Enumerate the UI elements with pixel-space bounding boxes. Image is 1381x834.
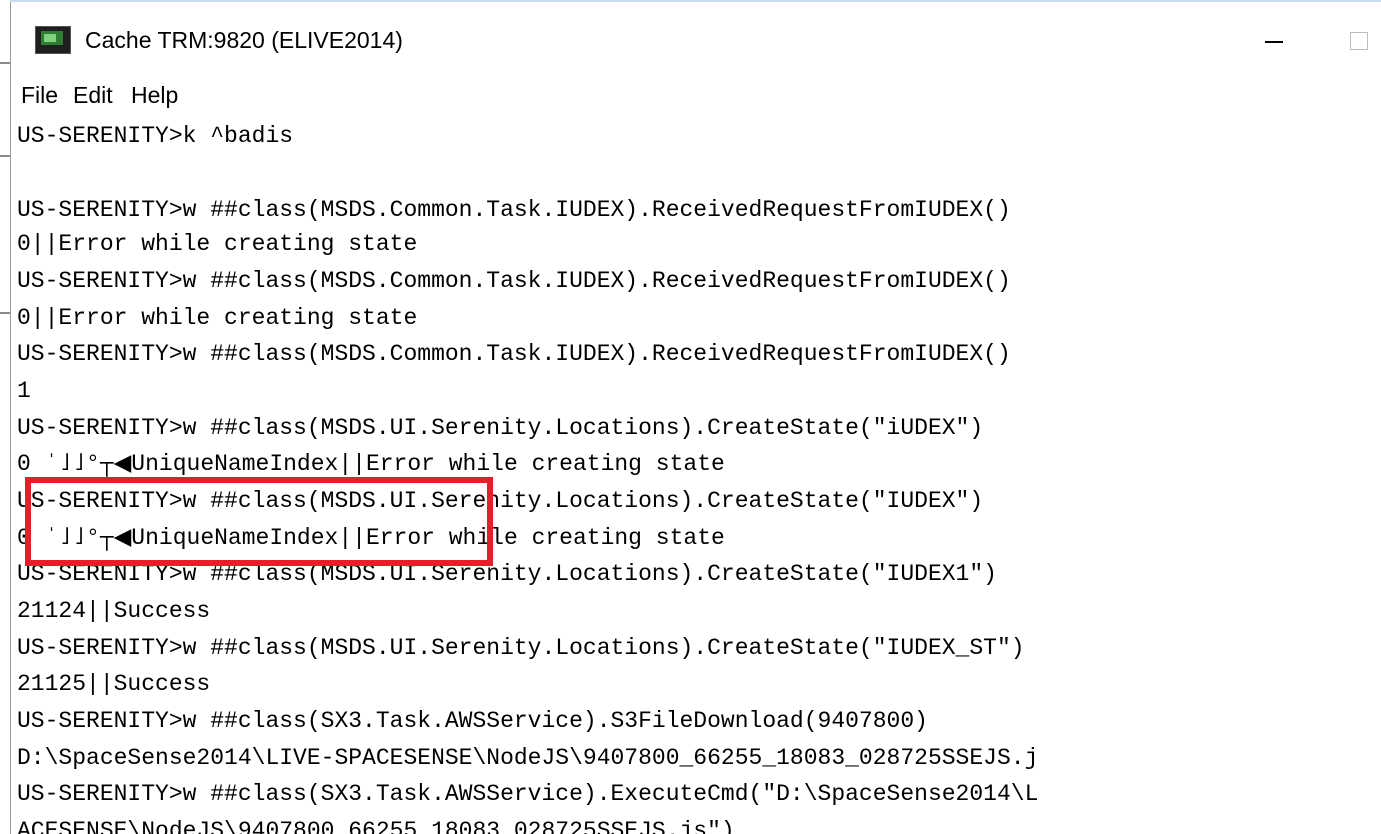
console-line: US-SERENITY>w ##class(MSDS.Common.Task.I…	[17, 197, 1011, 223]
console-line: US-SERENITY>w ##class(MSDS.Common.Task.I…	[17, 268, 1011, 294]
console-output[interactable]: US-SERENITY>k ^badis US-SERENITY>w ##cla…	[11, 118, 1381, 834]
console-line: 21124||Success	[17, 598, 211, 624]
terminal-app-icon	[35, 26, 71, 54]
console-line: 1	[17, 378, 31, 404]
console-line: 21125||Success	[17, 671, 211, 697]
window-title: Cache TRM:9820 (ELIVE2014)	[85, 27, 403, 53]
console-line: D:\SpaceSense2014\LIVE-SPACESENSE\NodeJS…	[17, 745, 1039, 771]
maximize-button[interactable]	[1345, 30, 1375, 56]
maximize-icon	[1350, 32, 1368, 50]
console-line: 0||Error while creating state	[17, 231, 418, 257]
minimize-button[interactable]	[1257, 30, 1291, 54]
console-line: US-SERENITY>w ##class(SX3.Task.AWSServic…	[17, 781, 1039, 807]
red-highlight-annotation	[25, 477, 493, 566]
terminal-app-icon-screen-inner	[44, 34, 56, 42]
terminal-window: Cache TRM:9820 (ELIVE2014) File Edit Hel…	[10, 2, 1381, 834]
left-edge-tick	[0, 312, 10, 314]
menu-bar: File Edit Help	[11, 78, 1381, 118]
desktop-left-edge	[0, 0, 10, 834]
console-line: US-SERENITY>k ^badis	[17, 123, 294, 149]
menu-help[interactable]: Help	[127, 82, 182, 109]
console-line: US-SERENITY>w ##class(SX3.Task.AWSServic…	[17, 708, 928, 734]
title-bar[interactable]: Cache TRM:9820 (ELIVE2014)	[11, 2, 1381, 78]
console-line: US-SERENITY>w ##class(MSDS.UI.Serenity.L…	[17, 635, 1025, 661]
console-line: 0||Error while creating state	[17, 305, 418, 331]
left-edge-tick	[0, 62, 10, 64]
console-line: US-SERENITY>w ##class(MSDS.UI.Serenity.L…	[17, 415, 984, 441]
console-line: ACESENSE\NodeJS\9407800_66255_18083_0287…	[17, 818, 735, 834]
left-edge-tick	[0, 155, 10, 157]
menu-edit[interactable]: Edit	[69, 82, 117, 109]
minimize-icon	[1265, 41, 1283, 43]
menu-file[interactable]: File	[17, 82, 62, 109]
console-line: US-SERENITY>w ##class(MSDS.Common.Task.I…	[17, 341, 1011, 367]
